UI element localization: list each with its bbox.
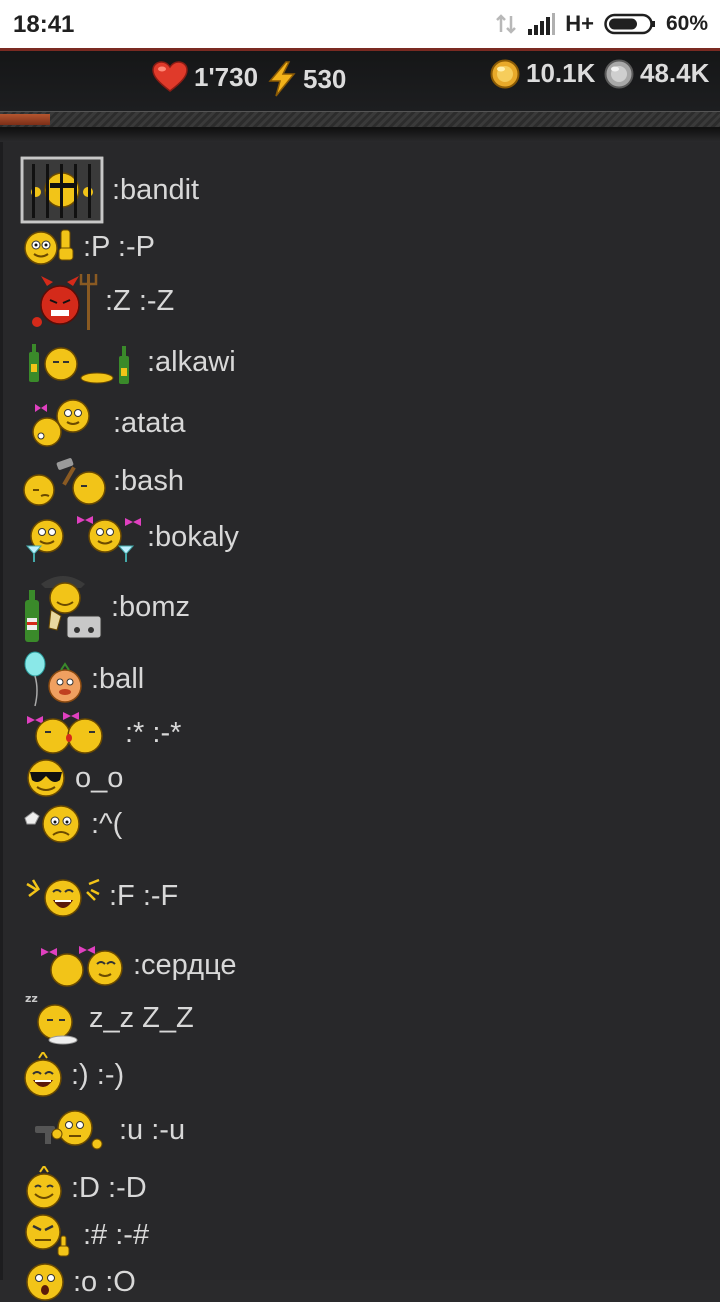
network-type: H+ — [565, 11, 594, 36]
emoticon-code: :P :-P — [83, 230, 155, 263]
laughing-smiley-icon — [26, 878, 100, 917]
toasting-smileys-icon — [25, 516, 141, 562]
emoticon-item[interactable]: :atata — [27, 398, 186, 448]
emoticon-code: z_z Z_Z — [89, 1001, 194, 1034]
emoticon-code: :bokaly — [147, 520, 239, 553]
emoticon-item[interactable]: :сердце — [41, 942, 236, 988]
system-status-bar: 18:41 H+ 60% — [0, 0, 720, 48]
emoticon-item[interactable]: :ball — [23, 650, 144, 708]
emoticon-item[interactable]: :alkawi — [27, 338, 236, 386]
gold-value: 10.1K — [526, 58, 596, 88]
smiley-with-balloon-icon — [24, 651, 82, 707]
emoticon-code: :bomz — [111, 590, 190, 623]
bar-shadow — [0, 128, 720, 142]
status-icons: H+ 60% — [495, 11, 708, 37]
loving-smileys-icon — [41, 946, 123, 987]
emoticon-code: :bash — [113, 464, 184, 497]
emoticon-item[interactable]: :# :-# — [25, 1212, 149, 1258]
data-transfer-icon — [496, 14, 517, 34]
signal-strength-icon — [528, 13, 556, 35]
smiley-with-gun-icon — [35, 1110, 103, 1150]
silver-coin-icon — [604, 59, 634, 88]
battery-percent: 60% — [665, 12, 708, 35]
angry-finger-smiley-icon — [25, 1214, 70, 1257]
emoticon-code: :atata — [113, 406, 186, 439]
grinning-smiley-icon — [26, 1166, 62, 1209]
health-value: 1'730 — [194, 61, 259, 92]
emoticon-item[interactable]: :o :O — [25, 1262, 136, 1302]
thumbs-up-smiley-icon — [24, 229, 74, 265]
sad-thinking-smiley-icon — [24, 805, 80, 843]
emoticon-code: :) :-) — [71, 1058, 125, 1091]
emoticon-code: :F :-F — [109, 879, 179, 912]
emoticon-code: :ball — [91, 662, 145, 695]
kissing-smileys-icon — [27, 712, 103, 754]
happy-smiley-icon — [24, 1052, 62, 1097]
emoticon-item[interactable]: :u :-u — [33, 1108, 185, 1152]
emoticon-item[interactable]: o_o — [25, 758, 123, 798]
silver-stat[interactable]: 48.4K — [604, 58, 709, 89]
bandit-in-jail-icon — [20, 156, 104, 224]
lightning-bolt-icon — [268, 61, 296, 97]
hammer-bash-smileys-icon — [23, 458, 106, 506]
drunk-smiley-with-bottles-icon — [29, 344, 129, 384]
emoticon-item[interactable]: :bokaly — [23, 510, 239, 564]
emoticon-code: :bandit — [112, 173, 200, 206]
emoticon-item[interactable]: :Z :-Z — [29, 272, 174, 330]
spanking-smileys-icon — [32, 399, 90, 447]
sunglasses-smiley-icon — [27, 759, 65, 797]
emoticon-item[interactable]: :P :-P — [23, 226, 155, 268]
emoticon-item[interactable]: :bandit — [20, 156, 199, 224]
emoticon-item[interactable]: :D :-D — [25, 1166, 147, 1210]
emoticon-item[interactable]: :bomz — [23, 570, 190, 644]
emoticon-code: :alkawi — [147, 345, 236, 378]
sleeping-smiley-icon: zz — [25, 992, 78, 1045]
emoticon-code: :Z :-Z — [105, 284, 175, 317]
emoticon-item[interactable]: :) :-) — [23, 1052, 124, 1098]
emoticon-item[interactable]: zz z_z Z_Z — [23, 990, 194, 1046]
health-stat[interactable]: 1'730 — [152, 61, 258, 93]
emoticon-item[interactable]: :* :-* — [27, 710, 181, 756]
emoticon-code: :сердце — [133, 948, 237, 981]
gold-stat[interactable]: 10.1K — [490, 58, 595, 89]
emoticon-code: o_o — [75, 761, 124, 794]
xp-progress-fill — [0, 114, 51, 125]
emoticon-item[interactable]: :bash — [23, 456, 184, 506]
energy-stat[interactable]: 530 — [267, 61, 346, 97]
silver-value: 48.4K — [640, 58, 710, 88]
emoticon-code: :D :-D — [71, 1171, 147, 1204]
heart-icon — [152, 61, 188, 92]
emoticon-code: :o :O — [73, 1265, 136, 1298]
devil-with-pitchfork-icon — [32, 274, 98, 330]
xp-progress-bar — [0, 111, 720, 128]
homeless-smiley-icon — [25, 576, 102, 642]
energy-value: 530 — [303, 63, 347, 94]
emoticon-item[interactable]: :^( — [23, 804, 122, 844]
surprised-smiley-icon — [26, 1263, 64, 1301]
emoticon-code: :# :-# — [83, 1218, 150, 1251]
emoticon-code: :u :-u — [119, 1113, 186, 1146]
resources-bar: 1'730 530 10.1K 48.4K — [0, 51, 720, 111]
emoticon-code: :^( — [91, 807, 123, 840]
emoticon-item[interactable]: :F :-F — [25, 870, 178, 922]
gold-coin-icon — [490, 59, 520, 88]
emoticon-list: :bandit :P :-P :Z :-Z:alkawi:atata:ba… — [0, 142, 720, 1301]
emoticon-code: :* :-* — [125, 716, 182, 749]
svg-text:zz: zz — [25, 992, 38, 1005]
clock-time: 18:41 — [13, 11, 75, 38]
battery-icon — [604, 13, 655, 35]
